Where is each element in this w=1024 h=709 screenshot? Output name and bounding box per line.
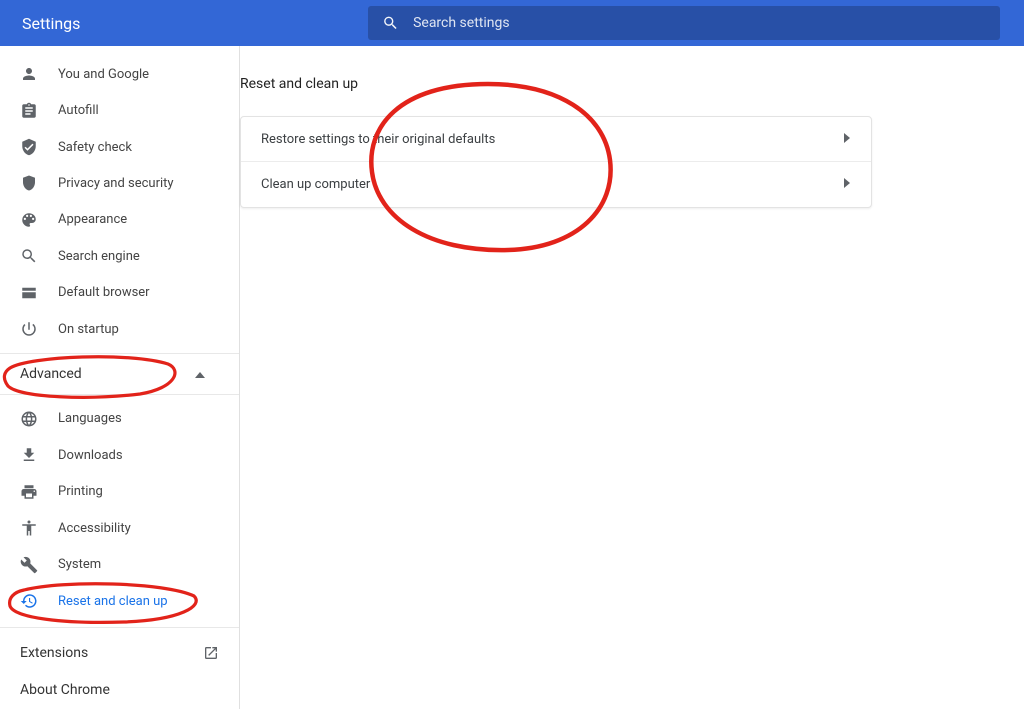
sidebar-item-system[interactable]: System	[0, 546, 239, 582]
sidebar-item-label: Privacy and security	[58, 176, 174, 191]
sidebar-item-label: Autofill	[58, 103, 99, 118]
sidebar-item-label: Appearance	[58, 212, 127, 227]
browser-icon	[20, 284, 38, 302]
search-wrap	[368, 6, 1000, 40]
about-label: About Chrome	[20, 682, 110, 698]
shield-icon	[20, 174, 38, 192]
power-icon	[20, 320, 38, 338]
sidebar-about-chrome[interactable]: About Chrome	[0, 672, 239, 709]
sidebar-advanced-toggle[interactable]: Advanced	[0, 353, 239, 394]
extensions-label: Extensions	[20, 645, 88, 661]
sidebar-item-label: Safety check	[58, 140, 132, 155]
sidebar-extensions[interactable]: Extensions	[0, 634, 239, 671]
search-icon	[20, 247, 38, 265]
wrench-icon	[20, 556, 38, 574]
sidebar-item-downloads[interactable]: Downloads	[0, 437, 239, 473]
download-icon	[20, 446, 38, 464]
sidebar-item-autofill[interactable]: Autofill	[0, 92, 239, 128]
row-label: Restore settings to their original defau…	[261, 132, 495, 147]
sidebar-item-label: Search engine	[58, 249, 140, 264]
sidebar: You and Google Autofill Safety check Pri…	[0, 46, 240, 709]
main-content: Reset and clean up Restore settings to t…	[240, 46, 1024, 709]
sidebar-item-label: Default browser	[58, 285, 150, 300]
sidebar-item-on-startup[interactable]: On startup	[0, 311, 239, 347]
sidebar-item-label: Reset and clean up	[58, 594, 168, 609]
search-icon	[382, 14, 399, 32]
sidebar-item-label: Languages	[58, 411, 122, 426]
sidebar-item-appearance[interactable]: Appearance	[0, 202, 239, 238]
reset-card: Restore settings to their original defau…	[240, 116, 872, 208]
accessibility-icon	[20, 519, 38, 537]
palette-icon	[20, 211, 38, 229]
sidebar-item-label: Downloads	[58, 448, 123, 463]
sidebar-item-languages[interactable]: Languages	[0, 401, 239, 437]
sidebar-item-printing[interactable]: Printing	[0, 474, 239, 510]
open-in-new-icon	[203, 645, 219, 661]
sidebar-item-default-browser[interactable]: Default browser	[0, 275, 239, 311]
chevron-right-icon	[843, 132, 851, 147]
sidebar-item-accessibility[interactable]: Accessibility	[0, 510, 239, 546]
person-icon	[20, 65, 38, 83]
sidebar-item-reset-clean-up[interactable]: Reset and clean up	[0, 583, 239, 619]
sidebar-item-label: On startup	[58, 322, 119, 337]
row-label: Clean up computer	[261, 177, 370, 192]
section-title: Reset and clean up	[240, 76, 872, 92]
app-header: Settings	[0, 0, 1024, 46]
restore-defaults-row[interactable]: Restore settings to their original defau…	[241, 117, 871, 162]
chevron-up-icon	[195, 366, 205, 382]
sidebar-item-privacy[interactable]: Privacy and security	[0, 165, 239, 201]
advanced-label: Advanced	[20, 366, 82, 382]
sidebar-item-label: Printing	[58, 484, 103, 499]
search-box[interactable]	[368, 6, 1000, 40]
print-icon	[20, 483, 38, 501]
chevron-right-icon	[843, 177, 851, 192]
page-title: Settings	[22, 14, 80, 33]
safety-check-icon	[20, 138, 38, 156]
restore-icon	[20, 592, 38, 610]
globe-icon	[20, 410, 38, 428]
search-input[interactable]	[413, 15, 986, 31]
clean-up-computer-row[interactable]: Clean up computer	[241, 162, 871, 207]
sidebar-item-search-engine[interactable]: Search engine	[0, 238, 239, 274]
sidebar-item-you-and-google[interactable]: You and Google	[0, 56, 239, 92]
sidebar-item-label: Accessibility	[58, 521, 131, 536]
sidebar-item-label: You and Google	[58, 67, 149, 82]
sidebar-item-label: System	[58, 557, 101, 572]
clipboard-icon	[20, 102, 38, 120]
sidebar-item-safety-check[interactable]: Safety check	[0, 129, 239, 165]
